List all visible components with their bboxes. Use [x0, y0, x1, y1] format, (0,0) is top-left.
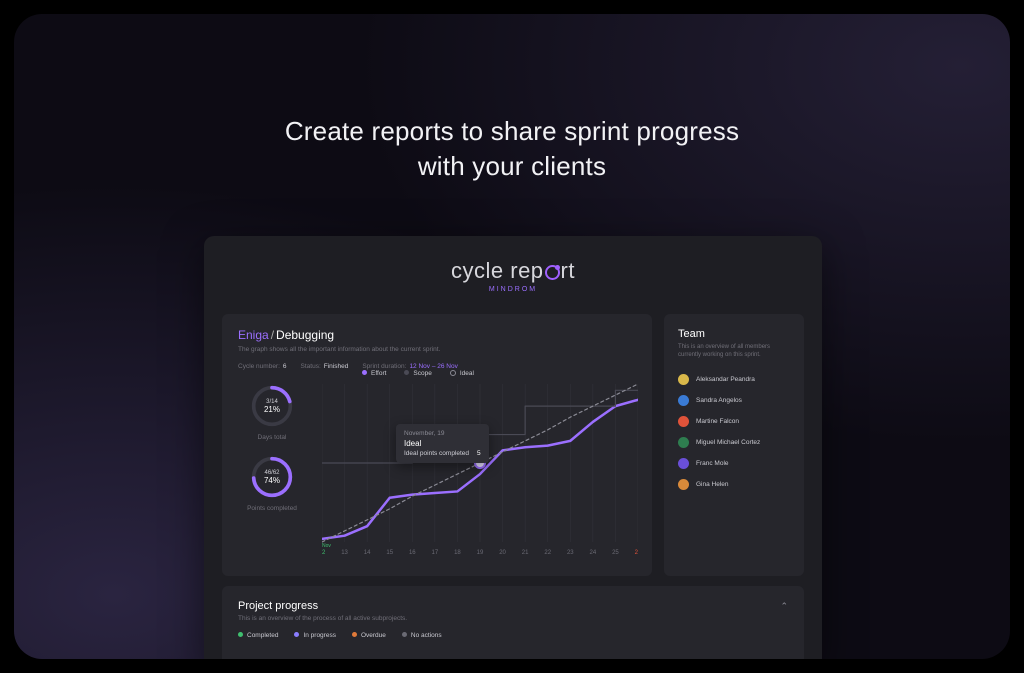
scope-swatch-icon	[404, 370, 409, 375]
avatar-icon	[678, 395, 689, 406]
team-member[interactable]: Aleksandar Peandra	[678, 374, 790, 385]
kpi-donuts: 3/1421% Days total 46/6274% Points compl…	[236, 384, 308, 526]
days-percent: 21%	[264, 405, 280, 414]
ideal-swatch-icon	[450, 370, 456, 376]
svg-text:23: 23	[567, 550, 574, 556]
chevron-up-icon[interactable]: ⌃	[780, 601, 788, 612]
panels: Eniga/Debugging The graph shows all the …	[222, 314, 804, 659]
legend-noactions: No actions	[402, 632, 442, 639]
svg-text:12: 12	[322, 550, 326, 556]
logo-wordmark: cycle reprt	[204, 258, 822, 284]
hero-heading: Create reports to share sprint progress …	[14, 14, 1010, 184]
svg-text:18: 18	[454, 550, 461, 556]
effort-swatch-icon	[362, 370, 367, 375]
svg-text:24: 24	[590, 550, 597, 556]
hero-line-2: with your clients	[14, 149, 1010, 184]
project-progress-panel: Project progress ⌃ This is an overview o…	[222, 586, 804, 659]
overdue-swatch-icon	[352, 632, 357, 637]
legend-ideal[interactable]: Ideal	[450, 370, 474, 377]
hero-line-1: Create reports to share sprint progress	[14, 114, 1010, 149]
svg-text:26: 26	[635, 550, 638, 556]
progress-description: This is an overview of the process of al…	[238, 615, 788, 622]
team-members-list: Aleksandar Peandra Sandra Angelos Martine …	[678, 374, 790, 490]
donut-points: 46/6274%	[250, 455, 294, 499]
points-percent: 74%	[264, 476, 280, 485]
tooltip-date: November, 19	[404, 430, 481, 437]
legend-overdue: Overdue	[352, 632, 386, 639]
team-member[interactable]: Gina Helen	[678, 479, 790, 490]
tooltip-value: 5	[477, 450, 481, 457]
svg-text:15: 15	[386, 550, 393, 556]
legend-scope[interactable]: Scope	[404, 370, 431, 377]
legend-effort[interactable]: Effort	[362, 370, 386, 377]
logo-word-rep: rep	[510, 258, 543, 283]
team-member[interactable]: Miguel Michael Cortez	[678, 437, 790, 448]
cycle-number: Cycle number:6	[238, 363, 287, 370]
sprint-duration: Sprint duration:12 Nov – 26 Nov	[362, 363, 458, 370]
team-title: Team	[678, 328, 790, 340]
sprint-panel: Eniga/Debugging The graph shows all the …	[222, 314, 652, 576]
logo-glyph-icon	[545, 265, 560, 280]
chart-tooltip: November, 19 Ideal Ideal points complete…	[396, 424, 489, 463]
avatar-icon	[678, 458, 689, 469]
avatar-icon	[678, 416, 689, 427]
status: Status:Finished	[301, 363, 349, 370]
sprint-title: Eniga/Debugging	[238, 328, 636, 342]
completed-swatch-icon	[238, 632, 243, 637]
svg-text:21: 21	[522, 550, 529, 556]
svg-text:20: 20	[499, 550, 506, 556]
logo-word-cycle: cycle	[451, 258, 504, 283]
sprint-description: The graph shows all the important inform…	[238, 346, 636, 353]
report-app: cycle reprt MINDROM Eniga/Debugging The …	[204, 236, 822, 659]
team-member[interactable]: Sandra Angelos	[678, 395, 790, 406]
logo-subbrand: MINDROM	[204, 286, 822, 293]
team-member[interactable]: Franc Mole	[678, 458, 790, 469]
donut-days: 3/1421%	[250, 384, 294, 428]
svg-text:14: 14	[364, 550, 371, 556]
svg-text:22: 22	[544, 550, 551, 556]
progress-legend: Completed In progress Overdue No actions	[238, 632, 788, 639]
member-name: Franc Mole	[696, 460, 729, 467]
promo-frame: Create reports to share sprint progress …	[14, 14, 1010, 659]
svg-text:17: 17	[432, 550, 439, 556]
points-label: Points completed	[236, 505, 308, 512]
logo-word-rt: rt	[561, 258, 575, 283]
svg-text:Nov: Nov	[322, 543, 331, 549]
avatar-icon	[678, 479, 689, 490]
tooltip-series: Ideal	[404, 439, 481, 448]
svg-text:16: 16	[409, 550, 416, 556]
team-member[interactable]: Martine Falcon	[678, 416, 790, 427]
avatar-icon	[678, 437, 689, 448]
inprogress-swatch-icon	[294, 632, 299, 637]
svg-text:25: 25	[612, 550, 619, 556]
member-name: Gina Helen	[696, 481, 729, 488]
section-name: Debugging	[276, 328, 334, 342]
member-name: Miguel Michael Cortez	[696, 439, 760, 446]
avatar-icon	[678, 374, 689, 385]
chart-legend: Effort Scope Ideal	[362, 370, 474, 377]
member-name: Martine Falcon	[696, 418, 739, 425]
legend-inprogress: In progress	[294, 632, 336, 639]
member-name: Sandra Angelos	[696, 397, 742, 404]
tooltip-metric: Ideal points completed	[404, 450, 469, 457]
burnup-chart[interactable]: 12 13 14 15 16 17 18 19 20 21 22 23 24 25 26 Nov Novemb…	[322, 384, 638, 562]
days-label: Days total	[236, 434, 308, 441]
svg-text:19: 19	[477, 550, 484, 556]
app-logo: cycle reprt MINDROM	[204, 258, 822, 293]
progress-title: Project progress	[238, 600, 318, 612]
sprint-meta: Cycle number:6 Status:Finished Sprint du…	[238, 363, 636, 370]
svg-text:13: 13	[341, 550, 348, 556]
team-panel: Team This is an overview of all members …	[664, 314, 804, 576]
title-separator: /	[271, 328, 274, 342]
project-name: Eniga	[238, 328, 269, 342]
legend-completed: Completed	[238, 632, 278, 639]
team-description: This is an overview of all members curre…	[678, 343, 790, 360]
noactions-swatch-icon	[402, 632, 407, 637]
member-name: Aleksandar Peandra	[696, 376, 755, 383]
